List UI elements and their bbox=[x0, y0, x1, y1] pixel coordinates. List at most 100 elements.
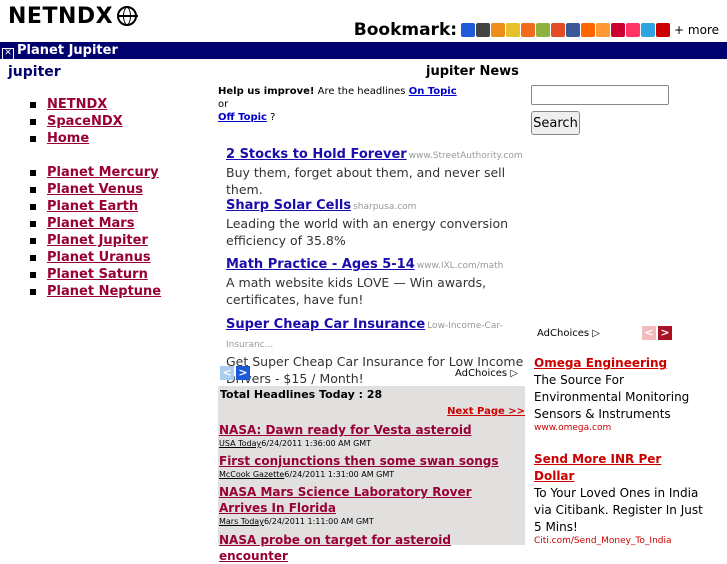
planet-link[interactable]: Planet Neptune bbox=[47, 284, 161, 299]
search-input[interactable] bbox=[531, 85, 669, 105]
headline-link[interactable]: NASA Mars Science Laboratory Rover Arriv… bbox=[219, 484, 519, 516]
sidebar-item: NETNDX bbox=[30, 96, 161, 113]
ad-title-link[interactable]: 2 Stocks to Hold Forever bbox=[226, 147, 407, 162]
sidebar-link[interactable]: SpaceNDX bbox=[47, 114, 123, 129]
bookmark-service-icon[interactable] bbox=[581, 23, 596, 37]
right-ad-unit: Omega Engineering The Source For Environm… bbox=[534, 355, 704, 433]
headline-time: 6/24/2011 1:36:00 AM GMT bbox=[261, 439, 372, 448]
sidebar-item-planet: Planet Earth bbox=[30, 198, 161, 215]
bookmark-service-icon[interactable] bbox=[551, 23, 566, 37]
bookmark-service-icon[interactable] bbox=[641, 23, 656, 37]
close-icon[interactable]: ✕ bbox=[2, 48, 14, 60]
bookmark-service-icon[interactable] bbox=[566, 23, 581, 37]
feedback-prompt: Help us improve! Are the headlines On To… bbox=[218, 85, 458, 124]
site-logo[interactable]: NETNDX bbox=[8, 4, 139, 29]
headline-item: NASA probe on target for asteroid encoun… bbox=[219, 532, 519, 564]
ad-description: A math website kids LOVE — Win awards, c… bbox=[226, 275, 487, 307]
bookmark-service-icon[interactable] bbox=[611, 23, 626, 37]
sidebar-item-planet: Planet Venus bbox=[30, 181, 161, 198]
ad-prev-button[interactable]: < bbox=[220, 366, 234, 380]
sidebar-item: SpaceNDX bbox=[30, 113, 161, 130]
bookmark-service-icon[interactable] bbox=[596, 23, 611, 37]
sidebar-item-planet: Planet Mercury bbox=[30, 164, 161, 181]
right-adchoices-link[interactable]: AdChoices ▷ bbox=[537, 328, 600, 339]
planet-link[interactable]: Planet Jupiter bbox=[47, 233, 148, 248]
right-ad-description: To Your Loved Ones in India via Citibank… bbox=[534, 486, 703, 534]
title-bar: ✕ Planet Jupiter bbox=[0, 42, 727, 60]
sidebar-nav: NETNDX SpaceNDX Home Planet Mercury Planet V… bbox=[30, 96, 161, 300]
logo-text: NETNDX bbox=[8, 4, 114, 29]
ad-description: Buy them, forget about them, and never s… bbox=[226, 165, 506, 197]
search-button[interactable]: Search bbox=[531, 111, 580, 135]
sidebar-item-planet: Planet Uranus bbox=[30, 249, 161, 266]
headline-time: 6/24/2011 1:31:00 AM GMT bbox=[284, 470, 395, 479]
on-topic-link[interactable]: On Topic bbox=[409, 86, 457, 97]
sidebar-link[interactable]: Home bbox=[47, 131, 89, 146]
planet-link[interactable]: Planet Saturn bbox=[47, 267, 148, 282]
headline-source[interactable]: USA Today bbox=[219, 439, 261, 448]
bookmark-label: Bookmark: bbox=[353, 20, 458, 40]
headlines-panel: Total Headlines Today : 28 Next Page >> … bbox=[218, 386, 525, 563]
news-title: jupiter News bbox=[426, 64, 519, 79]
planet-link[interactable]: Planet Mars bbox=[47, 216, 134, 231]
right-ad-description: The Source For Environmental Monitoring … bbox=[534, 373, 690, 421]
ad-title-link[interactable]: Sharp Solar Cells bbox=[226, 198, 351, 213]
ad-unit: Sharp Solar Cells sharpusa.com Leading the… bbox=[226, 194, 526, 249]
feedback-text: Are the headlines bbox=[314, 86, 409, 97]
ad-next-button[interactable]: > bbox=[236, 366, 250, 380]
headline-link[interactable]: NASA: Dawn ready for Vesta asteroid bbox=[219, 422, 519, 438]
planet-link[interactable]: Planet Venus bbox=[47, 182, 143, 197]
right-ad-title-link[interactable]: Send More INR Per Dollar bbox=[534, 451, 704, 485]
sidebar-item-planet: Planet Mars bbox=[30, 215, 161, 232]
headline-link[interactable]: First conjunctions then some swan songs bbox=[219, 453, 519, 469]
sidebar-title: jupiter bbox=[8, 64, 61, 80]
headline-time: 6/24/2011 1:11:00 AM GMT bbox=[263, 517, 374, 526]
bookmark-service-icon[interactable] bbox=[626, 23, 641, 37]
headline-count: Total Headlines Today : 28 bbox=[220, 388, 383, 401]
headline-item: First conjunctions then some swan songs M… bbox=[219, 453, 519, 480]
ad-title-link[interactable]: Math Practice - Ages 5-14 bbox=[226, 257, 415, 272]
feedback-end: ? bbox=[266, 112, 276, 123]
right-ad-url[interactable]: www.omega.com bbox=[534, 423, 704, 433]
adchoices-link[interactable]: AdChoices ▷ bbox=[455, 368, 518, 379]
right-ad-next-button[interactable]: > bbox=[658, 326, 672, 340]
headline-source[interactable]: McCook Gazette bbox=[219, 470, 284, 479]
sidebar-item-planet: Planet Saturn bbox=[30, 266, 161, 283]
next-page-link[interactable]: Next Page >> bbox=[447, 406, 525, 417]
planet-link[interactable]: Planet Mercury bbox=[47, 165, 159, 180]
page-title: Planet Jupiter bbox=[17, 43, 118, 58]
off-topic-link[interactable]: Off Topic bbox=[218, 112, 267, 123]
headline-link[interactable]: NASA probe on target for asteroid encoun… bbox=[219, 532, 519, 564]
right-ad-prev-button[interactable]: < bbox=[642, 326, 656, 340]
bookmark-service-icon[interactable] bbox=[521, 23, 536, 37]
headline-source[interactable]: Mars Today bbox=[219, 517, 264, 526]
headline-item: NASA: Dawn ready for Vesta asteroid USA T… bbox=[219, 422, 519, 449]
sidebar-item-planet: Planet Neptune bbox=[30, 283, 161, 300]
headline-item: NASA Mars Science Laboratory Rover Arriv… bbox=[219, 484, 519, 527]
ad-url: www.StreetAuthority.com bbox=[408, 151, 523, 161]
planet-link[interactable]: Planet Earth bbox=[47, 199, 138, 214]
bookmark-service-icon[interactable] bbox=[536, 23, 551, 37]
headline-meta: McCook Gazette6/24/2011 1:31:00 AM GMT bbox=[219, 469, 519, 480]
ad-pager: < > bbox=[220, 366, 250, 380]
right-ad-pager: < > bbox=[642, 326, 672, 340]
bookmark-more-link[interactable]: + more bbox=[674, 23, 719, 37]
ad-title-link[interactable]: Super Cheap Car Insurance bbox=[226, 317, 425, 332]
site-header: NETNDX Bookmark: + more bbox=[0, 0, 727, 42]
sidebar-link[interactable]: NETNDX bbox=[47, 97, 107, 112]
sidebar-item: Home bbox=[30, 130, 161, 147]
bookmark-service-icon[interactable] bbox=[476, 23, 491, 37]
feedback-or: or bbox=[218, 99, 229, 110]
bookmark-service-icon[interactable] bbox=[506, 23, 521, 37]
headline-meta: USA Today6/24/2011 1:36:00 AM GMT bbox=[219, 438, 519, 449]
ad-unit: Math Practice - Ages 5-14 www.IXL.com/mat… bbox=[226, 253, 526, 308]
planet-link[interactable]: Planet Uranus bbox=[47, 250, 151, 265]
headline-meta: Mars Today6/24/2011 1:11:00 AM GMT bbox=[219, 516, 519, 527]
globe-icon bbox=[117, 6, 139, 26]
right-ad-title-link[interactable]: Omega Engineering bbox=[534, 355, 704, 372]
bookmark-service-icon[interactable] bbox=[491, 23, 506, 37]
bookmark-service-icon[interactable] bbox=[656, 23, 671, 37]
bookmark-service-icon[interactable] bbox=[461, 23, 476, 37]
ad-url: sharpusa.com bbox=[353, 202, 417, 212]
ad-url: www.IXL.com/math bbox=[416, 261, 504, 271]
